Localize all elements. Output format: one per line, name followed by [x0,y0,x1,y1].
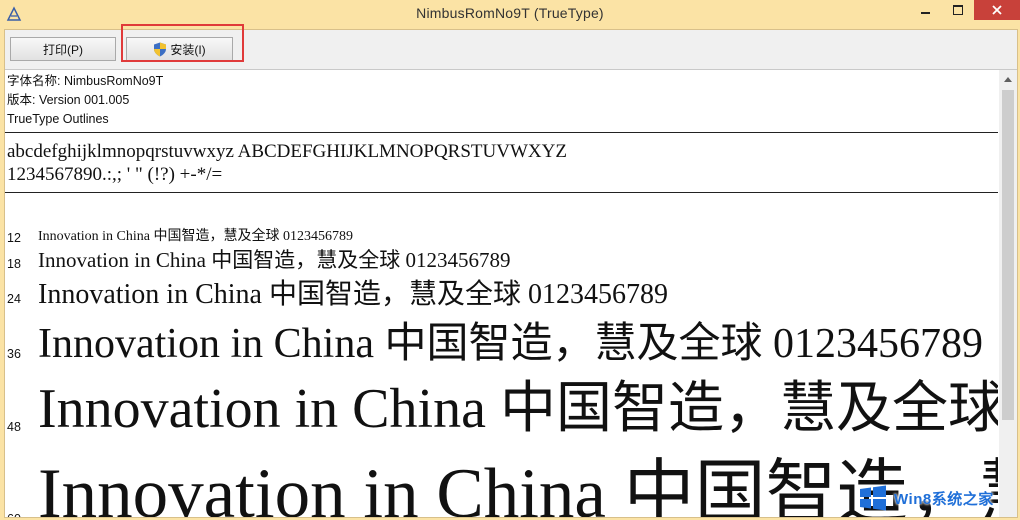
window-title: NimbusRomNo9T (TrueType) [416,5,604,21]
divider [5,132,998,133]
sample-text: Innovation in China 中国智造，慧及全球 0123456789 [38,321,983,367]
minimize-icon [920,12,930,14]
divider [5,192,998,193]
font-info: 字体名称: NimbusRomNo9T 版本: Version 001.005 … [7,72,163,129]
maximize-button[interactable] [944,0,972,20]
arrow-up-icon [1004,76,1012,82]
vertical-scrollbar[interactable] [999,70,1017,517]
sample-size-label: 60 [7,512,21,517]
print-button-label: 打印(P) [43,42,83,57]
watermark-text: Win8系统之家 [894,490,994,508]
uac-shield-icon [154,42,167,56]
title-bar[interactable]: NimbusRomNo9T (TrueType) [0,0,1020,28]
charset-digits-symbols: 1234567890.:,; ' " (!?) +-*/= [7,164,223,185]
print-button[interactable]: 打印(P) [10,37,116,61]
font-preview-area: 字体名称: NimbusRomNo9T 版本: Version 001.005 … [5,70,998,517]
sample-size-label: 18 [7,257,21,271]
minimize-button[interactable] [910,0,940,20]
font-version-label: 版本: Version 001.005 [7,93,130,107]
font-outline-type: TrueType Outlines [7,112,109,126]
sample-text: Innovation in China 中国智造，慧及全球 0123456789 [38,248,511,272]
sample-text: Innovation in China 中国智造，慧及全球 0123456789 [38,455,998,518]
charset-letters: abcdefghijklmnopqrstuvwxyz ABCDEFGHIJKLM… [7,141,567,162]
font-preview-window: 打印(P) 安装(I) 字体名称: NimbusRomNo9T 版本: Vers… [4,24,1018,518]
close-button[interactable] [974,0,1020,20]
toolbar: 打印(P) 安装(I) [5,24,1017,70]
windows-logo-icon [860,485,886,511]
sample-size-label: 36 [7,347,21,361]
sample-size-label: 48 [7,420,21,434]
maximize-icon [953,5,963,15]
sample-text: Innovation in China 中国智造，慧及全球 0123456789 [38,279,668,310]
close-icon [992,5,1002,15]
sample-size-label: 24 [7,292,21,306]
character-set-preview: abcdefghijklmnopqrstuvwxyz ABCDEFGHIJKLM… [7,140,567,186]
scroll-thumb[interactable] [1002,90,1014,420]
scroll-up-button[interactable] [999,70,1017,88]
watermark: Win8系统之家 [858,481,1018,515]
sample-size-label: 12 [7,231,21,245]
font-name-label: 字体名称: NimbusRomNo9T [7,74,164,88]
sample-text: Innovation in China 中国智造，慧及全球 0123456789 [38,378,998,440]
install-button[interactable]: 安装(I) [126,37,233,61]
install-button-label: 安装(I) [170,42,206,57]
sample-text: Innovation in China 中国智造，慧及全球 0123456789 [38,229,353,244]
